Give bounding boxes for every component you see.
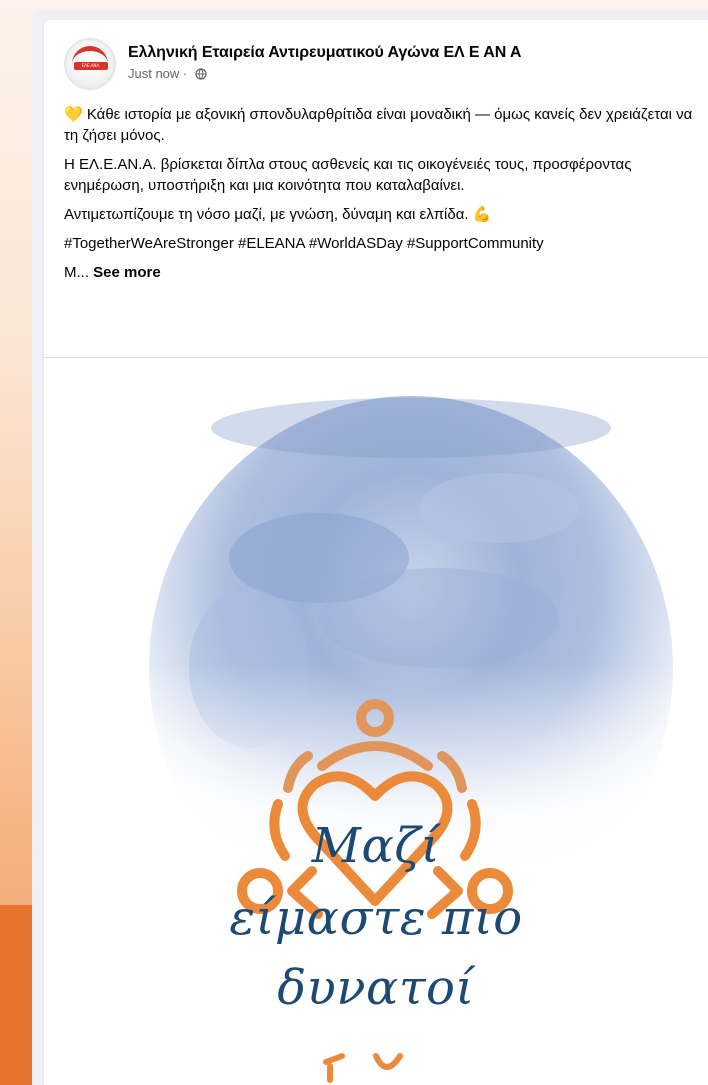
globe-icon[interactable] xyxy=(195,67,207,80)
post-hashtags[interactable]: #TogetherWeAreStronger #ELEANA #WorldASD… xyxy=(64,233,704,254)
post-truncated-line: M... See more xyxy=(64,262,704,283)
logo-partial-mark xyxy=(323,1053,403,1083)
slogan-line-1: Μαζί xyxy=(311,818,441,874)
see-more-link[interactable]: See more xyxy=(93,264,161,281)
avatar-badge: ΕΛΕ.ΑΝΑ. xyxy=(74,62,108,70)
slogan-line-2: είμαστε πιο xyxy=(229,890,523,946)
truncated-text: M... xyxy=(64,264,94,281)
post-image[interactable]: Μαζί είμαστε πιο δυνατοί xyxy=(44,358,708,1085)
post-paragraph-2: Η ΕΛ.Ε.ΑΝ.Α. βρίσκεται δίπλα στους ασθεν… xyxy=(64,156,632,194)
page-name-link[interactable]: Ελληνική Εταιρεία Αντιρευματικού Αγώνα Ε… xyxy=(128,44,521,62)
post-paragraph-1: 💛 Κάθε ιστορία με αξονική σπονδυλαρθρίτι… xyxy=(64,106,693,144)
post-header: ΕΛΕ.ΑΝΑ. Ελληνική Εταιρεία Αντιρευματικο… xyxy=(64,38,698,100)
post-header-text: Ελληνική Εταιρεία Αντιρευματικού Αγώνα Ε… xyxy=(128,38,521,81)
post-text: 💛 Κάθε ιστορία με αξονική σπονδυλαρθρίτι… xyxy=(64,104,704,291)
post-paragraph-3: Αντιμετωπίζουμε τη νόσο μαζί, με γνώση, … xyxy=(64,206,492,223)
meta-separator: · xyxy=(179,66,191,81)
page-avatar[interactable]: ΕΛΕ.ΑΝΑ. xyxy=(64,38,116,90)
slogan-line-3: δυνατοί xyxy=(277,960,475,1016)
post-meta: Just now · xyxy=(128,66,521,81)
post-card: ΕΛΕ.ΑΝΑ. Ελληνική Εταιρεία Αντιρευματικο… xyxy=(44,20,708,1085)
post-timestamp[interactable]: Just now xyxy=(128,66,179,81)
